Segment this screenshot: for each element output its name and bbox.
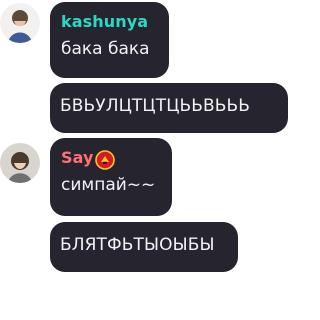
message-text: БВЬУЛЦТЦТЦЬЬВЬЬЬ	[60, 96, 251, 116]
message-bubble[interactable]: БВЬУЛЦТЦТЦЬЬВЬЬЬ	[50, 83, 288, 133]
manchester-united-crest-icon	[95, 150, 115, 170]
author-name[interactable]: Say	[61, 148, 94, 167]
avatar-kashunya-icon	[0, 3, 40, 43]
message-bubble[interactable]: kashunya бака бака	[50, 2, 169, 78]
avatar-say[interactable]	[0, 143, 40, 183]
author-name[interactable]: kashunya	[61, 12, 148, 31]
message-bubble[interactable]: Say симпай~~	[50, 138, 172, 216]
message-text: бака бака	[61, 39, 150, 59]
avatar-say-icon	[0, 143, 40, 183]
message-bubble[interactable]: БЛЯТФЬТЫОЫБЫ	[50, 222, 238, 272]
message-text: БЛЯТФЬТЫОЫБЫ	[60, 235, 215, 255]
message-text: симпай~~	[61, 175, 156, 195]
avatar-kashunya[interactable]	[0, 3, 40, 43]
